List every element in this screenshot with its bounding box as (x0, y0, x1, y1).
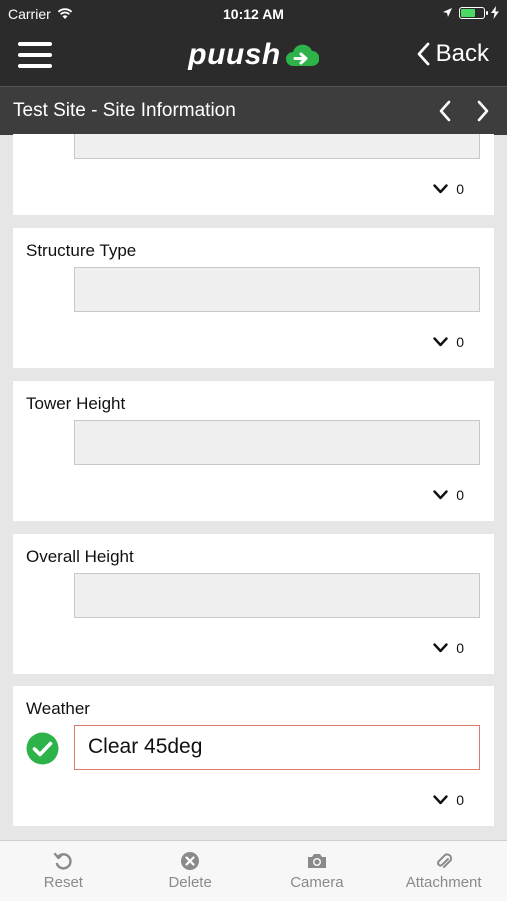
paperclip-icon (436, 853, 452, 868)
chevron-down-icon (433, 184, 448, 194)
field-label: Structure Type (26, 241, 137, 260)
expand-toggle[interactable]: 0 (433, 181, 464, 197)
form-card-tower-height: Tower Height 0 (13, 381, 494, 521)
chevron-down-icon (433, 490, 448, 500)
attachment-count: 0 (456, 487, 464, 503)
field-label: Weather (26, 699, 90, 718)
logo-text: puush (188, 38, 281, 71)
attachment-count: 0 (456, 181, 464, 197)
nav-bar: puush Back (0, 30, 507, 86)
camera-label: Camera (290, 874, 344, 891)
weather-field[interactable]: Clear 45deg (74, 725, 480, 770)
camera-icon (307, 854, 326, 868)
status-right (442, 6, 499, 19)
check-circle-icon (26, 732, 59, 765)
attachment-count: 0 (456, 334, 464, 350)
back-label: Back (435, 40, 489, 67)
overall-height-field[interactable] (74, 573, 480, 618)
reset-button[interactable]: Reset (0, 841, 127, 901)
sub-header: Test Site - Site Information (0, 86, 507, 135)
back-button[interactable]: Back (416, 40, 489, 68)
text-field[interactable] (74, 134, 480, 159)
form-card: 0 (13, 134, 494, 215)
chevron-down-icon (433, 337, 448, 347)
delete-button[interactable]: Delete (127, 841, 254, 901)
attachment-button[interactable]: Attachment (380, 841, 507, 901)
chevron-right-icon (477, 100, 489, 122)
location-arrow-icon (443, 8, 452, 17)
form-card-weather: Weather Clear 45deg 0 (13, 686, 494, 826)
undo-icon (54, 852, 73, 870)
battery-icon (459, 6, 488, 19)
status-bar: Carrier 10:12 AM (0, 0, 507, 30)
camera-button[interactable]: Camera (254, 841, 381, 901)
form-card-overall-height: Overall Height 0 (13, 534, 494, 674)
bottom-toolbar: Reset Delete Camera Attachment (0, 840, 507, 901)
close-circle-icon (181, 852, 200, 870)
attachment-count: 0 (456, 640, 464, 656)
reset-label: Reset (43, 874, 83, 891)
chevron-left-icon (439, 100, 451, 122)
expand-toggle[interactable]: 0 (433, 487, 464, 503)
chevron-left-icon (417, 42, 430, 66)
field-label: Overall Height (26, 547, 134, 566)
structure-type-field[interactable] (74, 267, 480, 312)
field-label: Tower Height (26, 394, 126, 413)
form-card-structure-type: Structure Type 0 (13, 228, 494, 368)
previous-page-button[interactable] (431, 97, 459, 125)
tower-height-field[interactable] (74, 420, 480, 465)
expand-toggle[interactable]: 0 (433, 334, 464, 350)
attachment-count: 0 (456, 792, 464, 808)
chevron-down-icon (433, 795, 448, 805)
page-title: Test Site - Site Information (13, 100, 236, 121)
status-time: 10:12 AM (223, 6, 284, 22)
expand-toggle[interactable]: 0 (433, 792, 464, 808)
form-content[interactable]: 0 Structure Type 0 Tower Height 0 Overal… (0, 134, 507, 840)
expand-toggle[interactable]: 0 (433, 640, 464, 656)
charging-bolt-icon (491, 6, 499, 19)
attachment-label: Attachment (405, 874, 482, 891)
chevron-down-icon (433, 643, 448, 653)
next-page-button[interactable] (469, 97, 497, 125)
cloud-arrow-icon (285, 44, 319, 66)
delete-label: Delete (168, 874, 212, 891)
